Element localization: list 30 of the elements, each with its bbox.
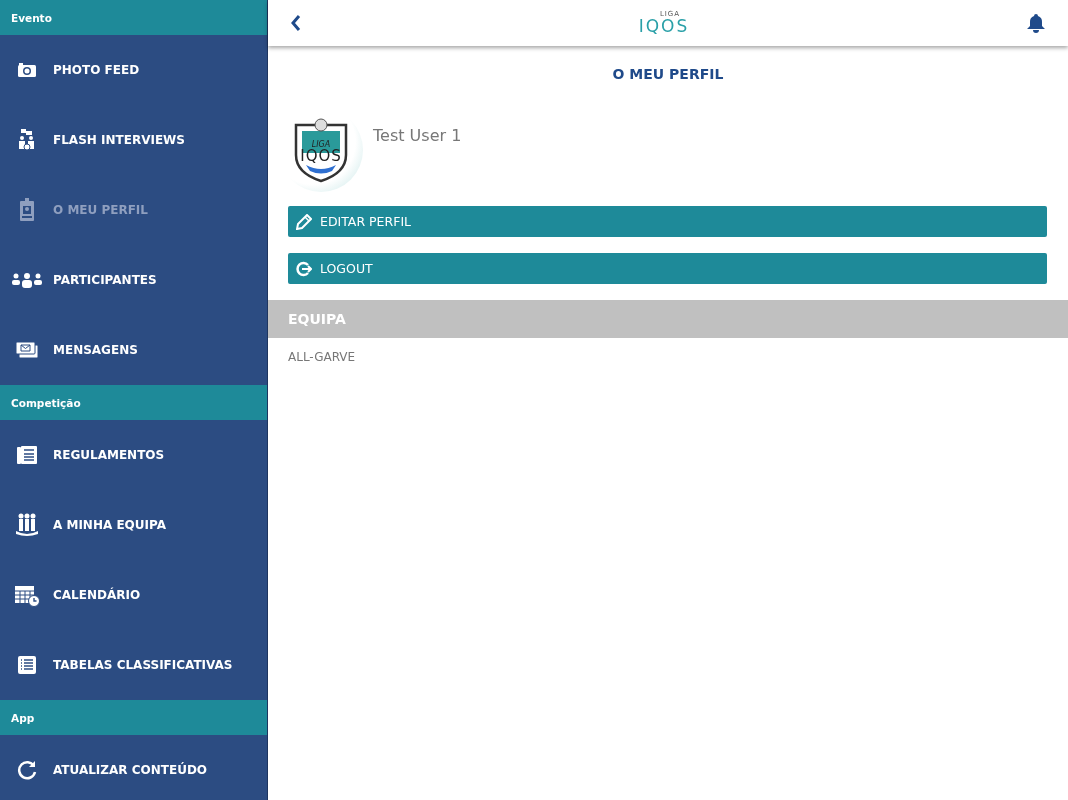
page-title: O MEU PERFIL	[611, 66, 725, 82]
section-header: Evento	[0, 0, 267, 35]
sidebar-item[interactable]: PHOTO FEED	[0, 35, 267, 105]
sidebar-item[interactable]: ATUALIZAR CONTEÚDO	[0, 735, 267, 800]
user-name: Test User 1	[373, 126, 462, 145]
sidebar-item[interactable]: MENSAGENS	[0, 315, 267, 385]
refresh-icon	[15, 759, 38, 781]
sidebar-item[interactable]: CALENDÁRIO	[0, 560, 267, 630]
sidebar-item[interactable]: PARTICIPANTES	[0, 245, 267, 315]
messages-icon	[14, 341, 39, 359]
section-header: EQUIPA	[268, 300, 1068, 338]
team-icon	[14, 513, 39, 537]
logout-button[interactable]: LOGOUT	[288, 253, 1047, 284]
document-icon	[15, 445, 38, 465]
section-header: Competição	[0, 385, 267, 420]
team-name: ALL-GARVE	[287, 349, 357, 366]
section-header: App	[0, 700, 267, 735]
sidebar-item[interactable]: A MINHA EQUIPA	[0, 490, 267, 560]
pencil-icon	[296, 213, 312, 230]
logout-icon	[296, 260, 312, 277]
sidebar-item[interactable]: FLASH INTERVIEWS	[0, 105, 267, 175]
group-icon	[11, 272, 42, 288]
camera-icon	[16, 62, 37, 78]
id-badge-icon	[18, 198, 35, 222]
edit-profile-button[interactable]: EDITAR PERFIL	[288, 206, 1047, 237]
interview-icon	[17, 129, 36, 151]
calendar-icon	[13, 583, 40, 607]
list-icon	[16, 655, 37, 675]
sidebar-item[interactable]: REGULAMENTOS	[0, 420, 267, 490]
sidebar-item[interactable]: TABELAS CLASSIFICATIVAS	[0, 630, 267, 700]
